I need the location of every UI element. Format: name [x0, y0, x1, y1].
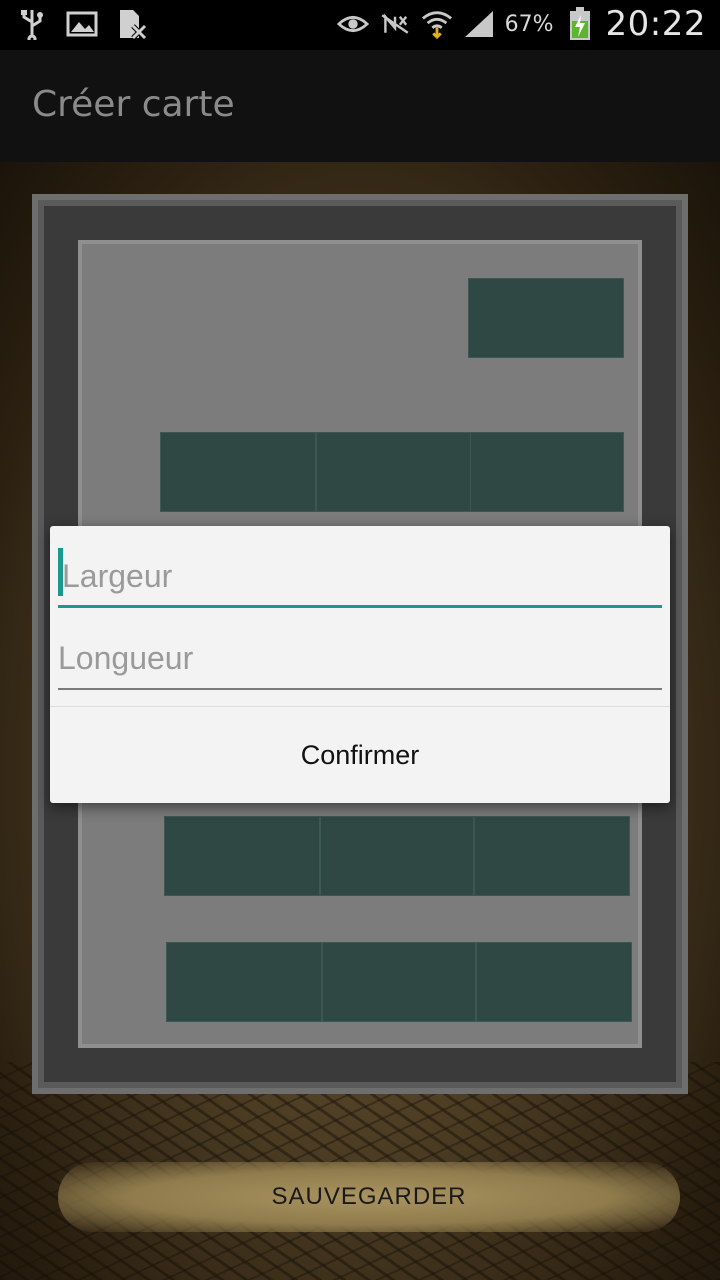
map-tile[interactable]	[316, 432, 472, 512]
battery-percent: 67%	[504, 11, 554, 37]
map-tile[interactable]	[470, 432, 624, 512]
map-tile[interactable]	[160, 432, 316, 512]
status-bar: 67% 20:22	[0, 0, 720, 50]
signal-icon	[463, 8, 495, 40]
length-field-underline	[58, 688, 662, 690]
clock: 20:22	[605, 4, 706, 44]
confirm-button[interactable]: Confirmer	[50, 707, 670, 803]
dimensions-dialog: Confirmer	[50, 526, 670, 803]
width-field-underline	[58, 605, 662, 608]
eye-icon	[336, 8, 369, 40]
width-field[interactable]	[58, 548, 666, 608]
image-icon	[66, 8, 98, 40]
usb-icon	[16, 8, 48, 40]
map-tile[interactable]	[164, 816, 320, 896]
sim-error-icon	[116, 8, 148, 40]
map-tile[interactable]	[474, 816, 630, 896]
wifi-icon	[421, 8, 453, 40]
page-title: Créer carte	[32, 84, 235, 125]
map-tile[interactable]	[468, 278, 624, 358]
map-tile[interactable]	[166, 942, 322, 1022]
text-cursor	[58, 548, 63, 596]
save-button[interactable]: SAUVEGARDER	[58, 1162, 680, 1232]
save-button-label: SAUVEGARDER	[271, 1183, 467, 1210]
map-tile[interactable]	[322, 942, 476, 1022]
map-tile[interactable]	[476, 942, 632, 1022]
width-input[interactable]	[58, 548, 666, 604]
battery-charging-icon	[564, 7, 596, 40]
nfc-muted-icon	[379, 8, 411, 40]
action-bar: Créer carte	[0, 50, 720, 162]
map-tile[interactable]	[320, 816, 474, 896]
length-input[interactable]	[58, 630, 662, 686]
length-field[interactable]	[58, 630, 662, 690]
